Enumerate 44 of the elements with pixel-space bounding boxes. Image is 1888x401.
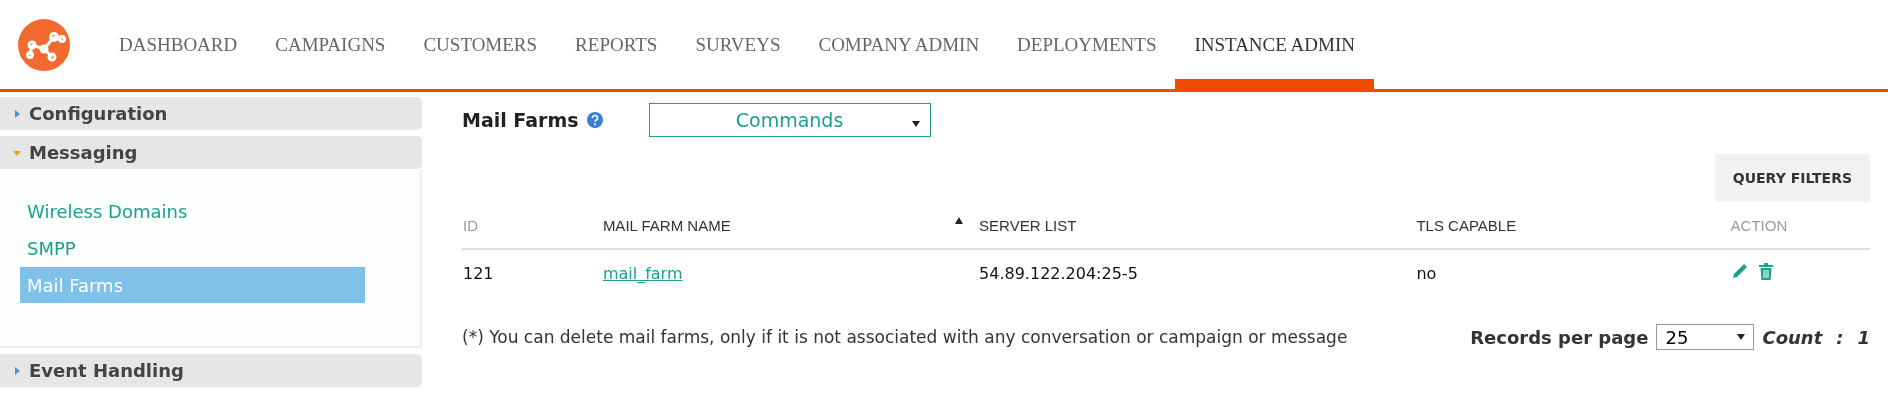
count-label: Count [1762, 326, 1823, 348]
nav-tab[interactable]: SURVEYS [676, 0, 800, 89]
caret-icon [13, 148, 21, 157]
nav-tab[interactable]: CUSTOMERS [404, 0, 557, 89]
note-text: (*) You can delete mail farms, only if it is not associated with any conversation or campaign or message [462, 327, 1348, 347]
column-header: SERVER LIST [979, 216, 1077, 234]
sidebar-item[interactable]: SMPP [20, 230, 365, 266]
sidebar-section[interactable]: Configuration [0, 97, 422, 130]
caret-icon [13, 109, 21, 118]
caret-icon [13, 366, 21, 375]
caret-icon [1737, 334, 1746, 340]
nav-tab[interactable]: INSTANCE ADMIN [1175, 0, 1374, 89]
sidebar-item[interactable]: Wireless Domains [20, 193, 365, 229]
count-value: 1 [1857, 326, 1870, 348]
nav-tab[interactable]: CAMPAIGNS [256, 0, 405, 89]
nav-tab[interactable]: DASHBOARD [100, 0, 257, 89]
table-cell: no [1416, 263, 1437, 283]
logo-icon [18, 18, 70, 71]
column-header: TLS CAPABLE [1416, 216, 1517, 234]
edit-icon[interactable] [1730, 262, 1749, 280]
column-header[interactable]: MAIL FARM NAME [602, 216, 731, 234]
nav-tab[interactable]: COMPANY ADMIN [799, 0, 999, 89]
column-header: ID [463, 216, 478, 234]
table-cell: 54.89.122.204:25-5 [979, 263, 1138, 283]
query-filters-button[interactable]: QUERY FILTERS [1714, 154, 1870, 202]
section-label: Event Handling [29, 360, 184, 381]
nav-tab[interactable]: REPORTS [556, 0, 677, 89]
records-per-page-select[interactable]: 25 [1656, 324, 1755, 350]
count-separator: : [1836, 326, 1844, 348]
table-cell: 121 [463, 263, 494, 283]
sidebar-section[interactable]: Messaging [0, 136, 422, 169]
records-per-page-label: Records per page [1470, 326, 1649, 348]
section-label: Configuration [29, 103, 168, 124]
caret-icon [911, 121, 920, 127]
commands-dropdown[interactable]: Commands [648, 103, 931, 137]
delete-icon[interactable] [1757, 262, 1774, 280]
sort-icon[interactable] [955, 216, 964, 224]
section-label: Messaging [29, 142, 138, 163]
nav-tab[interactable]: DEPLOYMENTS [998, 0, 1176, 89]
sidebar-section[interactable]: Event Handling [0, 354, 422, 387]
mail-farm-link[interactable]: mail_farm [602, 263, 683, 283]
page-title: Mail Farms [462, 109, 579, 131]
column-header: ACTION [1730, 216, 1788, 234]
help-icon[interactable] [586, 112, 603, 128]
